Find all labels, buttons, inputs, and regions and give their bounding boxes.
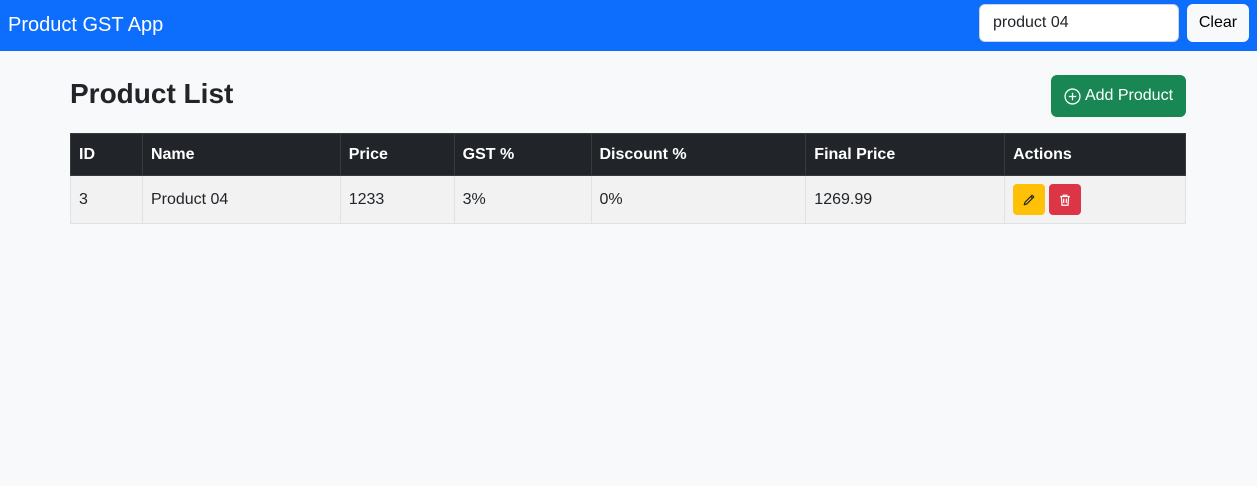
product-table: ID Name Price GST % Discount % Final Pri…	[70, 133, 1186, 224]
table-row: 3 Product 04 1233 3% 0% 1269.99	[70, 175, 1186, 224]
add-product-button[interactable]: Add Product	[1051, 75, 1186, 117]
trash-icon	[1060, 194, 1070, 206]
cell-name: Product 04	[141, 175, 341, 224]
search-input[interactable]	[979, 4, 1179, 42]
cell-gst: 3%	[453, 175, 592, 224]
clear-button[interactable]: Clear	[1187, 4, 1249, 42]
page-title: Product List	[70, 78, 234, 109]
pencil-icon	[1023, 194, 1035, 205]
cell-final-price: 1269.99	[805, 175, 1006, 224]
column-header-id: ID	[70, 133, 143, 176]
cell-actions	[1004, 175, 1186, 224]
navbar: Product GST App Clear	[0, 0, 1257, 51]
column-header-actions: Actions	[1004, 133, 1186, 176]
add-product-label: Add Product	[1084, 87, 1174, 104]
column-header-name: Name	[141, 133, 341, 176]
cell-id: 3	[70, 175, 143, 224]
column-header-discount: Discount %	[590, 133, 807, 176]
column-header-price: Price	[339, 133, 455, 176]
delete-button[interactable]	[1049, 184, 1082, 215]
cell-discount: 0%	[590, 175, 807, 224]
plus-circle-icon	[1064, 87, 1081, 105]
table-header-row: ID Name Price GST % Discount % Final Pri…	[70, 133, 1186, 176]
app-brand[interactable]: Product GST App	[8, 12, 163, 38]
edit-button[interactable]	[1013, 184, 1046, 215]
cell-price: 1233	[339, 175, 455, 224]
column-header-final-price: Final Price	[805, 133, 1006, 176]
column-header-gst: GST %	[453, 133, 592, 176]
